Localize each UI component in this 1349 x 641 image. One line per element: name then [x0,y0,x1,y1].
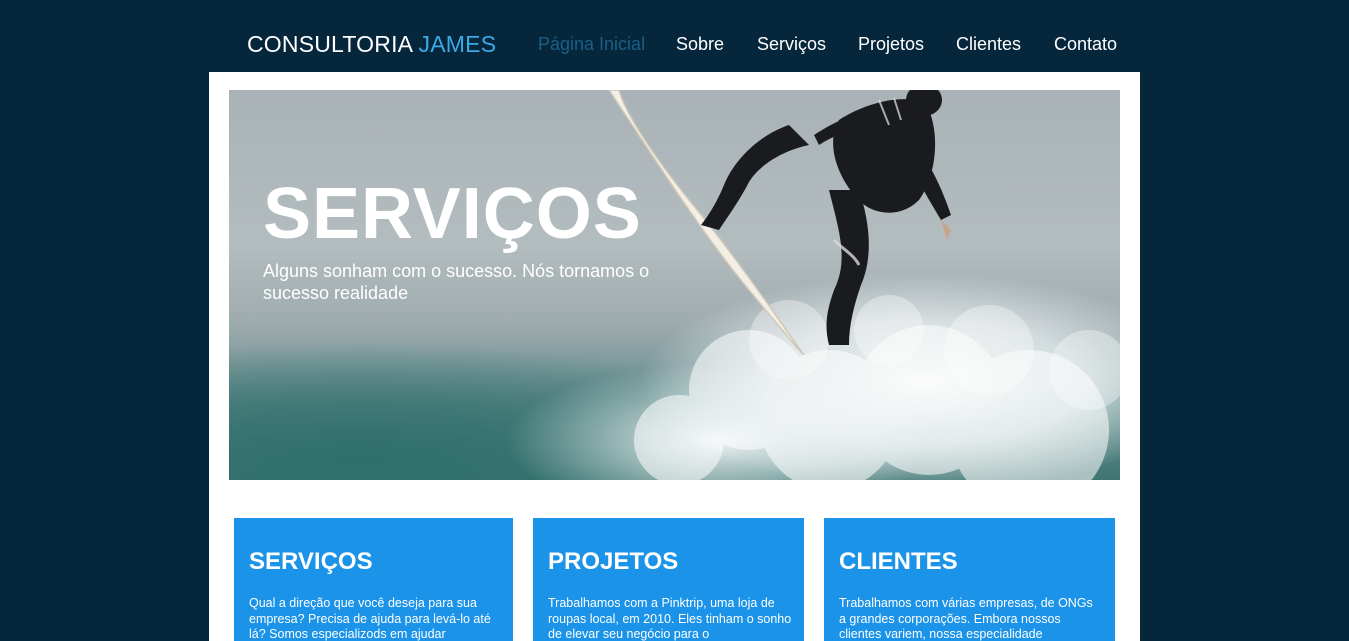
main-content: SERVIÇOS Alguns sonham com o sucesso. Nó… [209,72,1140,641]
projects-card-title: PROJETOS [548,548,679,575]
nav-link-services[interactable]: Serviços [757,34,826,55]
services-card-text: Qual a direção que você deseja para sua … [249,596,491,641]
site-header: CONSULTORIA JAMES Página Inicial Sobre S… [209,0,1140,72]
main-nav: Página Inicial Sobre Serviços Projetos C… [209,34,1140,58]
clients-card[interactable]: CLIENTES Trabalhamos com várias empresas… [824,518,1115,641]
clients-card-title: CLIENTES [839,548,958,575]
nav-link-projects[interactable]: Projetos [858,34,924,55]
nav-link-contact[interactable]: Contato [1054,34,1117,55]
hero-banner: SERVIÇOS Alguns sonham com o sucesso. Nó… [229,90,1120,480]
nav-link-about[interactable]: Sobre [676,34,724,55]
hero-title: SERVIÇOS [263,174,642,254]
services-card[interactable]: SERVIÇOS Qual a direção que você deseja … [234,518,513,641]
clients-card-text: Trabalhamos com várias empresas, de ONGs… [839,596,1093,641]
nav-link-home[interactable]: Página Inicial [538,34,645,55]
hero-subtitle: Alguns sonham com o sucesso. Nós tornamo… [263,261,650,303]
projects-card-text: Trabalhamos com a Pinktrip, uma loja de … [548,596,792,641]
nav-link-clients[interactable]: Clientes [956,34,1021,55]
services-card-title: SERVIÇOS [249,548,373,575]
projects-card[interactable]: PROJETOS Trabalhamos com a Pinktrip, uma… [533,518,804,641]
